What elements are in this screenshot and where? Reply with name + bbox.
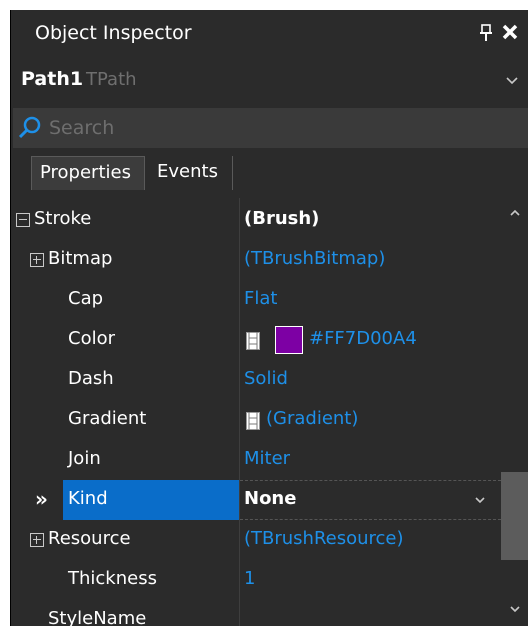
property-value[interactable]: 1 [244, 568, 255, 589]
vertical-scrollbar[interactable] [501, 198, 528, 626]
chevron-down-icon[interactable] [505, 74, 519, 88]
title-bar: Object Inspector [11, 10, 528, 56]
object-type: TPath [86, 69, 137, 90]
close-icon[interactable] [500, 22, 520, 42]
property-grid: Stroke (Brush) Bitmap (TBrushBitmap) Cap… [11, 198, 501, 626]
chevron-down-icon[interactable] [509, 604, 521, 614]
object-inspector-window: Object Inspector Path1 TPath Properties … [10, 10, 528, 626]
property-name: Dash [68, 368, 114, 389]
property-row-stroke[interactable]: Stroke (Brush) [11, 200, 501, 240]
scrollbar-thumb[interactable] [501, 472, 528, 560]
property-value[interactable]: (Brush) [244, 208, 319, 229]
property-name: Kind [68, 488, 108, 509]
property-value[interactable]: (Gradient) [266, 408, 358, 429]
pin-icon[interactable] [479, 24, 493, 42]
property-value[interactable]: #FF7D00A4 [309, 328, 417, 349]
property-value[interactable]: Miter [244, 448, 290, 469]
tab-bar: Properties Events [11, 150, 528, 194]
property-row-bitmap[interactable]: Bitmap (TBrushBitmap) [11, 240, 501, 280]
tab-properties[interactable]: Properties [31, 156, 145, 190]
property-row-cap[interactable]: Cap Flat [11, 280, 501, 320]
chevron-down-icon[interactable] [474, 494, 486, 506]
search-icon [18, 116, 41, 139]
property-name: Thickness [68, 568, 157, 589]
expand-icon[interactable] [30, 253, 44, 267]
property-row-join[interactable]: Join Miter [11, 440, 501, 480]
property-row-kind[interactable]: » Kind None [11, 480, 501, 520]
object-name: Path1 [21, 68, 84, 90]
filmstrip-icon [246, 412, 260, 430]
panel-title: Object Inspector [35, 22, 192, 44]
property-name: Join [68, 448, 101, 469]
property-row-thickness[interactable]: Thickness 1 [11, 560, 501, 600]
property-value[interactable]: None [244, 488, 296, 509]
chevron-up-icon[interactable] [509, 208, 521, 218]
filmstrip-icon [246, 332, 260, 350]
property-value[interactable]: (TBrushBitmap) [244, 248, 385, 269]
property-name: Resource [48, 528, 131, 549]
property-name: StyleName [48, 608, 147, 626]
property-name: Bitmap [48, 248, 113, 269]
color-swatch[interactable] [275, 326, 303, 354]
object-selector[interactable]: Path1 TPath [11, 56, 528, 106]
search-bar [13, 108, 528, 148]
expand-icon[interactable] [30, 533, 44, 547]
property-value[interactable]: Flat [244, 288, 277, 309]
property-name: Gradient [68, 408, 147, 429]
property-name: Cap [68, 288, 104, 309]
current-row-marker: » [35, 487, 48, 511]
property-value[interactable]: Solid [244, 368, 288, 389]
property-row-dash[interactable]: Dash Solid [11, 360, 501, 400]
property-row-gradient[interactable]: Gradient (Gradient) [11, 400, 501, 440]
property-row-stylename[interactable]: StyleName [11, 600, 501, 626]
tab-events[interactable]: Events [149, 156, 233, 190]
search-input[interactable] [47, 112, 521, 144]
property-name: Color [68, 328, 115, 349]
collapse-icon[interactable] [16, 213, 30, 227]
property-row-resource[interactable]: Resource (TBrushResource) [11, 520, 501, 560]
property-row-color[interactable]: Color #FF7D00A4 [11, 320, 501, 360]
property-value[interactable]: (TBrushResource) [244, 528, 404, 549]
property-name: Stroke [34, 208, 92, 229]
